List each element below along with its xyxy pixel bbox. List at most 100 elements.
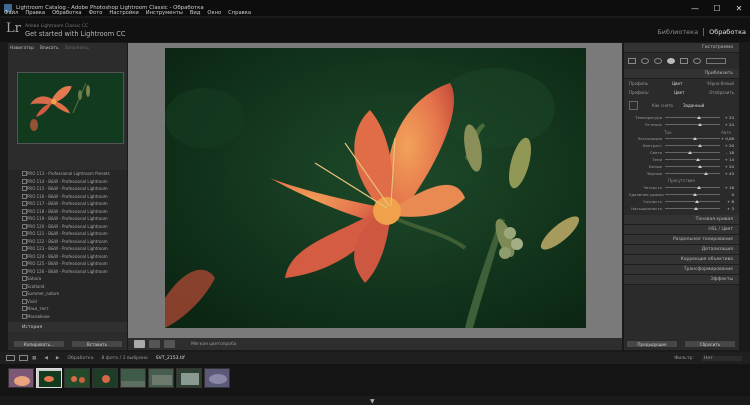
menu-view[interactable]: Вид — [190, 10, 201, 16]
menu-help[interactable]: Справка — [228, 10, 251, 16]
preset-item[interactable]: PRO 118 - B&W - Professional Lightroom — [8, 208, 127, 216]
slider-track[interactable] — [665, 122, 720, 126]
main-photo[interactable] — [165, 48, 586, 328]
slider-track[interactable] — [665, 185, 720, 189]
slider-blacks[interactable]: Чёрные + 43 — [624, 170, 739, 177]
forward-arrow-icon[interactable]: ▶ — [56, 356, 60, 361]
preset-item[interactable]: PRO 116 - B&W - Professional Lightroom — [8, 193, 127, 201]
red-eye-icon[interactable] — [667, 58, 675, 64]
slider-shadows[interactable]: Тени + 14 — [624, 156, 739, 163]
slider-track[interactable] — [665, 143, 720, 147]
histogram-header[interactable]: Гистограмма — [624, 43, 739, 53]
filmstrip-source[interactable]: Обработка — [67, 356, 93, 361]
tone-curve-header[interactable]: Тоновая кривая — [624, 215, 739, 225]
menu-file[interactable]: Файл — [4, 10, 18, 16]
slider-knob[interactable] — [696, 185, 701, 189]
identity-title[interactable]: Get started with Lightroom CC — [25, 30, 125, 38]
film-thumb[interactable] — [176, 368, 202, 388]
minimize-button[interactable]: — — [684, 0, 706, 16]
preset-item[interactable]: Москвёнок — [8, 313, 127, 321]
menu-tools[interactable]: Инструменты — [146, 10, 183, 16]
menu-settings[interactable]: Настройки — [109, 10, 138, 16]
preset-item[interactable]: Scotland — [8, 283, 127, 291]
graduated-filter-icon[interactable] — [680, 58, 688, 64]
previous-button[interactable]: Предыдущие — [626, 340, 678, 348]
slider-clarity[interactable]: Четкость + 16 — [624, 184, 739, 191]
slider-knob[interactable] — [696, 157, 701, 161]
preset-item[interactable]: PRO 120 - B&W - Professional Lightroom — [8, 223, 127, 231]
treatment-color[interactable]: Цвет — [672, 81, 682, 86]
slider-track[interactable] — [665, 150, 720, 154]
slider-knob[interactable] — [698, 164, 702, 168]
compare-button[interactable] — [164, 340, 175, 348]
preset-item[interactable]: PRO 113 - Professional Lightroom Presets — [8, 170, 127, 178]
preset-item[interactable]: PRO 125 - B&W - Professional Lightroom — [8, 260, 127, 268]
slider-saturation[interactable]: Насыщенность + 3 — [624, 205, 739, 212]
preset-item[interactable]: Sahara — [8, 275, 127, 283]
transform-header[interactable]: Трансформирование — [624, 265, 739, 275]
preset-item[interactable]: PRO 124 - B&W - Professional Lightroom — [8, 253, 127, 261]
slider-track[interactable] — [665, 206, 720, 210]
slider-tint[interactable]: Оттенок + 24 — [624, 121, 739, 128]
profile-select[interactable]: Цвет — [674, 90, 684, 95]
preset-item[interactable]: PRO 122 - B&W - Professional Lightroom — [8, 238, 127, 246]
slider-knob[interactable] — [704, 171, 709, 175]
slider-knob[interactable] — [696, 115, 701, 119]
navigator-preview[interactable] — [17, 72, 124, 144]
preset-item[interactable]: PRO 115 - B&W - Professional Lightroom — [8, 185, 127, 193]
slider-value[interactable]: + 8 — [720, 199, 734, 204]
module-library[interactable]: Библиотека — [657, 28, 698, 36]
preset-item[interactable]: PRO 119 - B&W - Professional Lightroom — [8, 215, 127, 223]
preset-item[interactable]: PRO 114 - B&W - Professional Lightroom — [8, 178, 127, 186]
menu-photo[interactable]: Фото — [89, 10, 103, 16]
slider-knob[interactable] — [698, 143, 702, 147]
slider-value[interactable]: + 0,08 — [720, 136, 734, 141]
slider-knob[interactable] — [693, 136, 698, 140]
slider-value[interactable]: + 16 — [720, 185, 734, 190]
film-thumb[interactable] — [64, 368, 90, 388]
navigator-title[interactable]: Навигатор — [10, 46, 34, 51]
filmstrip-filename[interactable]: SVT_2153.tif — [156, 356, 185, 361]
grid-view-icon[interactable]: ▦ — [32, 356, 36, 361]
history-header[interactable]: История — [8, 322, 127, 332]
preset-item[interactable]: Илья_тест — [8, 305, 127, 313]
slider-knob[interactable] — [693, 206, 698, 210]
profile-browse[interactable]: Отобразить — [709, 90, 734, 95]
slider-track[interactable] — [665, 171, 720, 175]
slider-knob[interactable] — [698, 122, 702, 126]
zoom-fill[interactable]: Заполнить — [65, 46, 89, 51]
slider-temperature[interactable]: Температура + 24 — [624, 114, 739, 121]
slider-highlights[interactable]: Света - 18 — [624, 149, 739, 156]
slider-whites[interactable]: Белые + 20 — [624, 163, 739, 170]
before-after-button[interactable] — [149, 340, 160, 348]
slider-exposure[interactable]: Экспозиция + 0,08 — [624, 135, 739, 142]
slider-value[interactable]: + 14 — [720, 157, 734, 162]
copy-button[interactable]: Копировать... — [13, 340, 65, 348]
slider-value[interactable]: + 24 — [720, 115, 734, 120]
detail-header[interactable]: Детализация — [624, 245, 739, 255]
preset-item[interactable]: Vivid — [8, 298, 127, 306]
slider-track[interactable] — [665, 115, 720, 119]
slider-value[interactable]: + 20 — [720, 143, 734, 148]
slider-contrast[interactable]: Контраст + 20 — [624, 142, 739, 149]
slider-dehaze[interactable]: Удаление дымки 0 — [624, 191, 739, 198]
brush-icon[interactable] — [706, 58, 726, 64]
preset-item[interactable]: Summer_nature — [8, 290, 127, 298]
reset-button[interactable]: Сбросить — [684, 340, 736, 348]
grid-icon[interactable] — [628, 58, 636, 64]
preset-item[interactable]: PRO 123 - B&W - Professional Lightroom — [8, 245, 127, 253]
auto-button[interactable]: Авто — [721, 130, 731, 135]
effects-header[interactable]: Эффекты — [624, 275, 739, 285]
radial-filter-icon[interactable] — [693, 58, 701, 64]
treatment-bw[interactable]: Чёрно-белый — [706, 81, 734, 86]
wb-as-shot[interactable]: Как снято — [652, 103, 673, 108]
slider-track[interactable] — [665, 157, 720, 161]
soft-proofing-label[interactable]: Мягкая цветопроба — [191, 342, 236, 347]
slider-knob[interactable] — [694, 199, 699, 203]
slider-value[interactable]: 0 — [720, 192, 734, 197]
slider-value[interactable]: + 20 — [720, 164, 734, 169]
slider-value[interactable]: + 3 — [720, 206, 734, 211]
film-thumb[interactable] — [92, 368, 118, 388]
slider-track[interactable] — [665, 199, 720, 203]
film-thumb[interactable] — [204, 368, 230, 388]
